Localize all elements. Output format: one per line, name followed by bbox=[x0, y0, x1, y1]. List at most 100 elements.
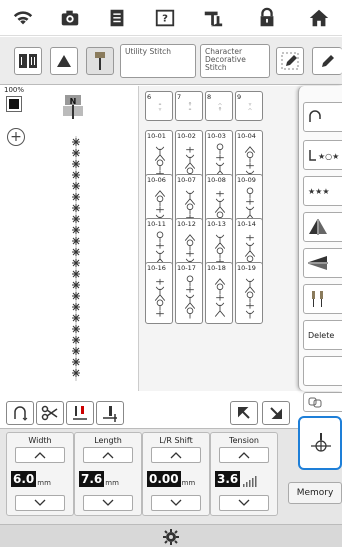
setting-unit: mm bbox=[37, 479, 51, 487]
setting-number: 0.00 bbox=[147, 471, 181, 487]
page-up-button[interactable] bbox=[230, 401, 258, 425]
stitch-motif bbox=[72, 303, 80, 311]
stitch-motif bbox=[72, 138, 80, 146]
increase-button[interactable] bbox=[83, 447, 133, 463]
stitch-cell-label: 10-18 bbox=[207, 264, 226, 272]
mirror-star-button[interactable]: ★○★ bbox=[303, 140, 342, 170]
zoom-in-icon[interactable]: + bbox=[7, 128, 25, 146]
camera-icon[interactable] bbox=[57, 5, 83, 31]
thread-cut-button[interactable] bbox=[303, 102, 342, 132]
stitch-motif bbox=[72, 325, 80, 333]
stitch-pattern-icon bbox=[218, 103, 222, 111]
tab-utility-stitch[interactable]: Utility Stitch bbox=[120, 44, 196, 78]
stitch-cell-label: 7 bbox=[177, 93, 182, 101]
tab-utility-label: Utility Stitch bbox=[125, 47, 172, 56]
footer-bar bbox=[0, 524, 342, 547]
stitch-cell[interactable]: 9 bbox=[235, 91, 263, 121]
link-button[interactable] bbox=[303, 392, 342, 412]
page-down-button[interactable] bbox=[262, 401, 290, 425]
stitch-motif bbox=[72, 369, 80, 377]
stitch-cell-label: 8 bbox=[207, 93, 212, 101]
tab-character-decorative[interactable]: Character Decorative Stitch bbox=[200, 44, 270, 78]
stitch-cell-label: 10-08 bbox=[207, 176, 226, 184]
settings-gear-icon[interactable] bbox=[163, 529, 179, 545]
pattern-book-button[interactable] bbox=[14, 47, 42, 75]
reverse-stitch-button[interactable] bbox=[6, 401, 34, 425]
setting-number: 7.6 bbox=[79, 471, 105, 487]
stitch-cell-label: 10-19 bbox=[237, 264, 256, 272]
stitch-cell[interactable]: 10-19 bbox=[235, 262, 263, 324]
chevron-up-icon bbox=[238, 452, 250, 459]
stitch-cell-label: 10-07 bbox=[177, 176, 196, 184]
triangle-stitch-button[interactable] bbox=[50, 47, 78, 75]
stitch-pattern-icon bbox=[158, 103, 162, 111]
decrease-button[interactable] bbox=[15, 495, 65, 511]
stitch-motif bbox=[72, 182, 80, 190]
decrease-button[interactable] bbox=[151, 495, 201, 511]
delete-button[interactable]: Delete bbox=[303, 320, 342, 350]
chevron-down-icon bbox=[170, 499, 182, 506]
stitch-cell-label: 10-04 bbox=[237, 132, 256, 140]
stitch-cell-label: 9 bbox=[237, 93, 242, 101]
stitch-cell[interactable]: 8 bbox=[205, 91, 233, 121]
flip-horizontal-icon bbox=[309, 219, 327, 235]
flip-horizontal-button[interactable] bbox=[303, 212, 342, 242]
stitch-start-button[interactable] bbox=[298, 416, 342, 470]
stitch-pattern-icon bbox=[244, 278, 256, 319]
stitch-cell[interactable]: 10-18 bbox=[205, 262, 233, 324]
stitch-pattern-icon bbox=[184, 275, 196, 319]
memory-button[interactable]: Memory bbox=[288, 482, 342, 504]
stitch-point-icon bbox=[311, 433, 331, 452]
document-icon[interactable] bbox=[104, 5, 130, 31]
memory-label: Memory bbox=[296, 488, 334, 498]
pivot-icon bbox=[103, 406, 117, 422]
needle-button[interactable] bbox=[86, 47, 114, 75]
stitch-cell-label: 6 bbox=[147, 93, 152, 101]
mode-tab-bar: Utility Stitch Character Decorative Stit… bbox=[0, 37, 342, 85]
link-icon bbox=[308, 397, 322, 408]
setting-number: 6.0 bbox=[11, 471, 37, 487]
chevron-up-icon bbox=[34, 452, 46, 459]
stitch-motif bbox=[72, 259, 80, 267]
star-sequence-icon: ★○★ bbox=[309, 150, 339, 161]
stitch-preview-pane: 100% + N bbox=[0, 86, 138, 391]
stitch-motif bbox=[72, 336, 80, 344]
stitch-cell-label: 10-16 bbox=[147, 264, 166, 272]
pivot-button[interactable] bbox=[96, 401, 124, 425]
stitch-cell[interactable]: 10-17 bbox=[175, 262, 203, 324]
wifi-icon[interactable] bbox=[10, 5, 36, 31]
edit-design-button[interactable] bbox=[312, 47, 342, 75]
stitch-cell[interactable]: 6 bbox=[145, 91, 173, 121]
edit-pattern-button[interactable] bbox=[276, 47, 304, 75]
sewing-machine-icon[interactable] bbox=[200, 5, 226, 31]
stitch-pattern-icon bbox=[188, 102, 192, 111]
presser-foot-icon: N bbox=[60, 94, 86, 120]
needle-position-button[interactable] bbox=[66, 401, 94, 425]
repeat-star-button[interactable]: ★★★ bbox=[303, 176, 342, 206]
decrease-button[interactable] bbox=[83, 495, 133, 511]
edit-side-panel: ★○★ ★★★ Delete bbox=[298, 86, 342, 412]
setting-number: 3.6 bbox=[215, 471, 241, 487]
home-icon[interactable] bbox=[306, 5, 332, 31]
stitch-motif bbox=[72, 215, 80, 223]
setting-length: Length 7.6 mm bbox=[74, 432, 142, 516]
arrow-up-left-icon bbox=[238, 407, 250, 419]
setting-value: 3.6 bbox=[215, 469, 259, 487]
help-icon[interactable]: ? bbox=[152, 5, 178, 31]
twin-needle-button[interactable] bbox=[303, 284, 342, 314]
arrow-down-right-icon bbox=[270, 407, 282, 419]
thread-cutter-button[interactable] bbox=[36, 401, 64, 425]
stitch-pattern-icon bbox=[214, 278, 226, 317]
decrease-button[interactable] bbox=[219, 495, 269, 511]
increase-button[interactable] bbox=[15, 447, 65, 463]
increase-button[interactable] bbox=[151, 447, 201, 463]
stitch-cell[interactable]: 7 bbox=[175, 91, 203, 121]
flip-vertical-button[interactable] bbox=[303, 248, 342, 278]
stylus-icon bbox=[321, 55, 334, 67]
stitch-cell-label: 10-13 bbox=[207, 220, 226, 228]
thread-color-swatch[interactable] bbox=[6, 96, 22, 112]
lock-icon[interactable] bbox=[254, 5, 280, 31]
stitch-cell[interactable]: 10-16 bbox=[145, 262, 173, 324]
increase-button[interactable] bbox=[219, 447, 269, 463]
blank-button[interactable] bbox=[303, 356, 342, 386]
